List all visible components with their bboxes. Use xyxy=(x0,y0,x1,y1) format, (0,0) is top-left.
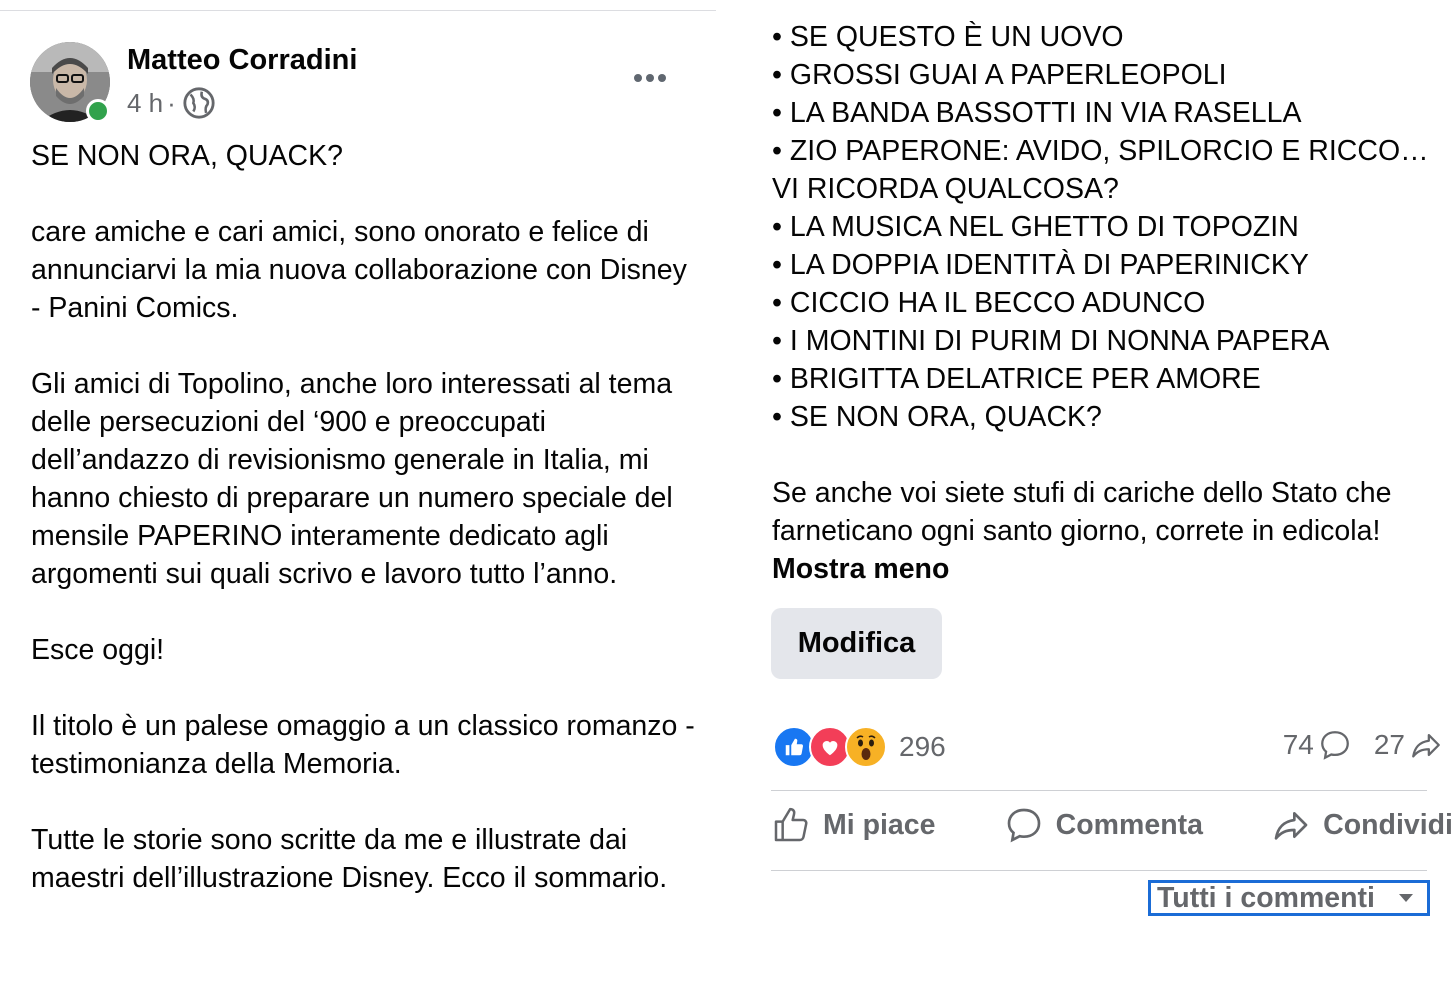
closing-text: Se anche voi siete stufi di cariche dell… xyxy=(772,477,1392,547)
post-right-column: • SE QUESTO È UN UOVO • GROSSI GUAI A PA… xyxy=(737,0,1453,993)
top-divider xyxy=(0,10,716,11)
comment-label: Commenta xyxy=(1055,808,1203,841)
globe-icon[interactable] xyxy=(182,86,216,120)
caret-down-icon xyxy=(1399,894,1413,902)
share-label: Condividi xyxy=(1323,808,1453,841)
wow-reaction-icon xyxy=(845,726,887,768)
post-meta: 4 h · xyxy=(127,86,216,120)
comment-icon xyxy=(1007,808,1041,843)
comment-bubble-icon xyxy=(1320,731,1349,760)
reactions-summary[interactable]: 296 xyxy=(773,726,946,768)
edit-button[interactable]: Modifica xyxy=(771,608,942,679)
list-item: • I MONTINI DI PURIM DI NONNA PAPERA xyxy=(772,325,1330,357)
list-item: • LA MUSICA NEL GHETTO DI TOPOZIN xyxy=(772,211,1299,243)
list-item: • LA DOPPIA IDENTITÀ DI PAPERINICKY xyxy=(772,249,1309,281)
comments-filter-label: Tutti i commenti xyxy=(1157,881,1375,914)
online-status-indicator xyxy=(86,99,110,123)
post-heading: SE NON ORA, QUACK? xyxy=(31,140,343,172)
list-item: • GROSSI GUAI A PAPERLEOPOLI xyxy=(772,59,1227,91)
thumbs-up-icon xyxy=(774,807,808,842)
closing-paragraph: Se anche voi siete stufi di cariche dell… xyxy=(772,474,1422,588)
share-button[interactable]: Condividi xyxy=(1271,805,1453,845)
list-item: • SE NON ORA, QUACK? xyxy=(772,401,1102,433)
post-time[interactable]: 4 h xyxy=(127,88,163,119)
list-item: • ZIO PAPERONE: AVIDO, SPILORCIO E RICCO… xyxy=(772,135,1429,167)
divider xyxy=(771,790,1427,791)
comments-count[interactable]: 74 xyxy=(1283,728,1352,762)
like-label: Mi piace xyxy=(823,808,936,841)
list-item: • CICCIO HA IL BECCO ADUNCO xyxy=(772,287,1206,319)
post-left-column: Matteo Corradini 4 h · SE NON ORA, QUACK… xyxy=(0,0,716,993)
list-item: • BRIGITTA DELATRICE PER AMORE xyxy=(772,363,1261,395)
post-paragraph: care amiche e cari amici, sono onorato e… xyxy=(31,216,687,324)
like-button[interactable]: Mi piace xyxy=(771,805,935,845)
post-actions-bar: Mi piace Commenta Condividi xyxy=(771,805,1453,845)
comment-button[interactable]: Commenta xyxy=(1004,805,1203,845)
post-paragraph: Esce oggi! xyxy=(31,634,165,666)
post-paragraph: Il titolo è un palese omaggio a un class… xyxy=(31,710,695,780)
shares-count[interactable]: 27 xyxy=(1374,728,1443,762)
comments-filter-dropdown[interactable]: Tutti i commenti xyxy=(1148,880,1430,916)
more-options-icon[interactable] xyxy=(630,64,670,92)
author-name[interactable]: Matteo Corradini xyxy=(127,44,357,77)
engagement-counts: 74 27 xyxy=(1283,728,1443,762)
reactions-count[interactable]: 296 xyxy=(899,731,946,763)
list-item: VI RICORDA QUALCOSA? xyxy=(772,173,1119,205)
divider xyxy=(771,870,1427,871)
summary-list: • SE QUESTO È UN UOVO • GROSSI GUAI A PA… xyxy=(772,18,1453,436)
post-body: SE NON ORA, QUACK? care amiche e cari am… xyxy=(31,137,701,897)
comments-count-value: 74 xyxy=(1282,729,1314,760)
show-less-link[interactable]: Mostra meno xyxy=(772,553,949,585)
list-item: • SE QUESTO È UN UOVO xyxy=(772,21,1124,53)
share-arrow-icon xyxy=(1412,733,1440,758)
post-paragraph: Tutte le storie sono scritte da me e ill… xyxy=(31,824,668,894)
post-paragraph: Gli amici di Topolino, anche loro intere… xyxy=(31,368,673,590)
meta-separator: · xyxy=(167,87,176,118)
list-item: • LA BANDA BASSOTTI IN VIA RASELLA xyxy=(772,97,1302,129)
shares-count-value: 27 xyxy=(1373,729,1405,760)
share-icon xyxy=(1274,812,1308,840)
